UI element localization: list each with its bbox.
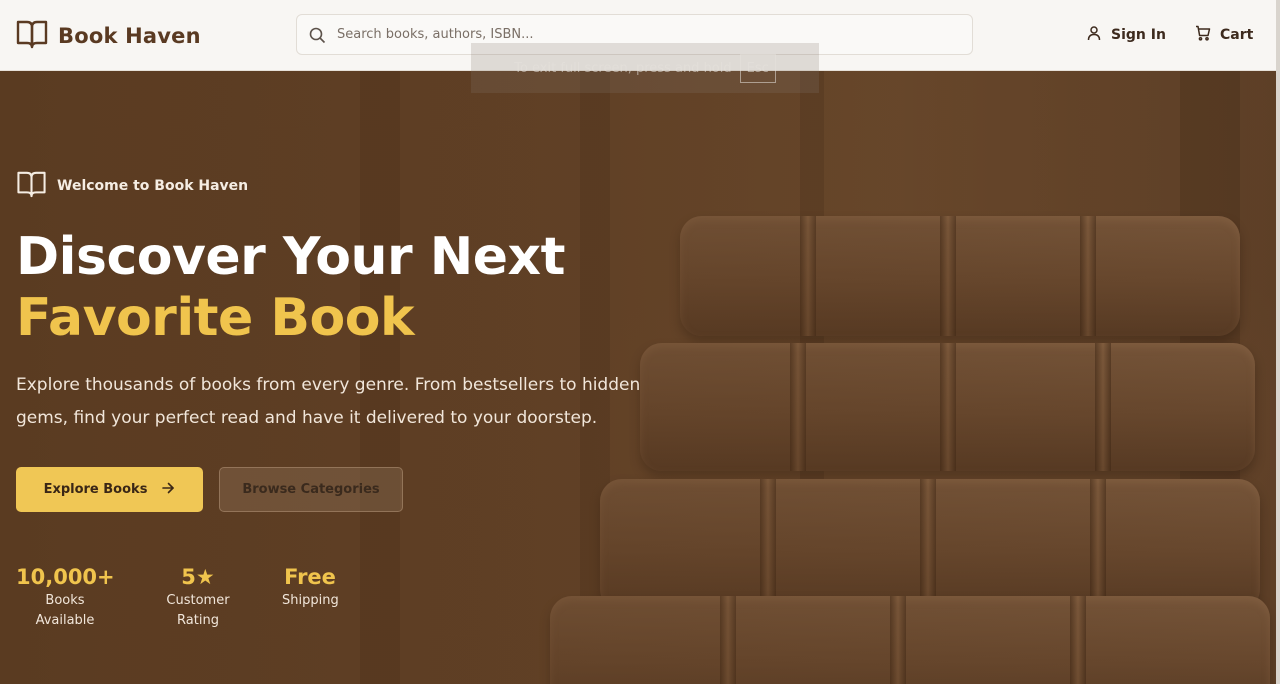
stat-shipping: Free Shipping xyxy=(282,563,339,611)
cart-button[interactable]: Cart xyxy=(1195,25,1253,45)
stat-books: 10,000+ Books Available xyxy=(16,563,115,631)
book-open-icon xyxy=(16,19,48,53)
fullscreen-exit-notice: To exit full screen, press and hold Esc xyxy=(471,43,819,93)
browse-categories-button[interactable]: Browse Categories xyxy=(219,467,403,512)
stat-label: Books Available xyxy=(35,593,95,628)
headline-line-2: Favorite Book xyxy=(16,288,415,348)
brand-logo[interactable]: Book Haven xyxy=(16,19,201,53)
cart-icon xyxy=(1195,25,1211,45)
stat-label: Customer Rating xyxy=(166,593,230,628)
welcome-text: Welcome to Book Haven xyxy=(57,178,249,194)
esc-key-badge: Esc xyxy=(739,53,776,83)
headline-line-1: Discover Your Next xyxy=(16,227,565,287)
stat-value: 10,000+ xyxy=(16,565,115,589)
browse-categories-label: Browse Categories xyxy=(242,482,380,497)
user-icon xyxy=(1086,25,1102,45)
welcome-tag: Welcome to Book Haven xyxy=(16,170,248,202)
brand-name: Book Haven xyxy=(58,24,201,48)
book-open-icon xyxy=(16,170,47,202)
stat-rating: 5★ Customer Rating xyxy=(146,563,250,631)
stat-label: Shipping xyxy=(282,593,339,608)
cart-label: Cart xyxy=(1220,27,1254,43)
explore-books-button[interactable]: Explore Books xyxy=(16,467,203,512)
sign-in-button[interactable]: Sign In xyxy=(1086,25,1166,45)
stat-value: Free xyxy=(284,565,336,589)
page-scrollbar[interactable] xyxy=(1276,0,1280,684)
sign-in-label: Sign In xyxy=(1111,27,1166,43)
hero-section: Welcome to Book Haven Discover Your Next… xyxy=(0,71,1276,684)
explore-books-label: Explore Books xyxy=(43,482,148,497)
arrow-right-icon xyxy=(161,481,175,499)
stat-value: 5★ xyxy=(181,565,215,589)
hero-description: Explore thousands of books from every ge… xyxy=(16,375,641,428)
hero-headline: Discover Your Next Favorite Book xyxy=(16,227,565,349)
fullscreen-notice-text: To exit full screen, press and hold xyxy=(514,60,732,76)
